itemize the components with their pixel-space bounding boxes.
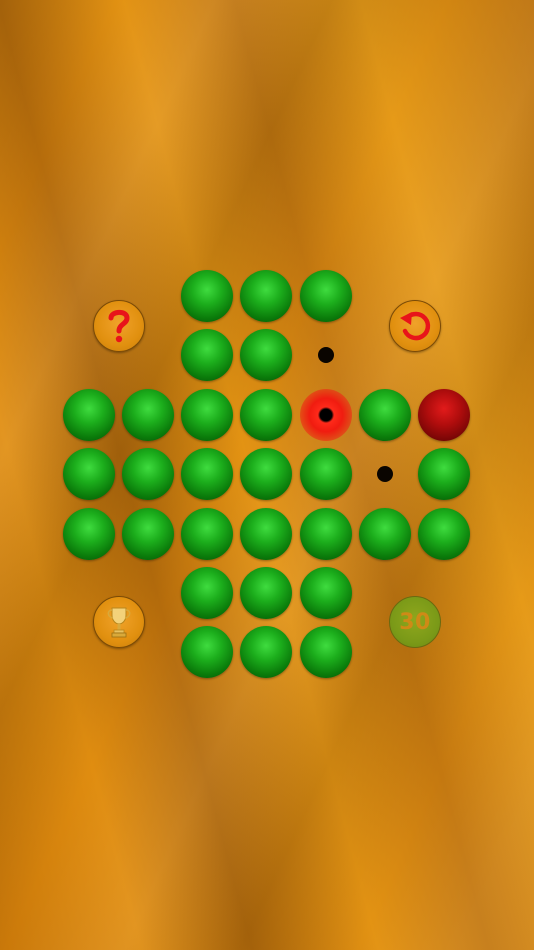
peg[interactable] — [300, 448, 352, 500]
peg-ball[interactable] — [122, 448, 174, 500]
peg[interactable] — [181, 329, 233, 381]
restart-arrow-icon — [396, 307, 434, 345]
peg-ball[interactable] — [181, 448, 233, 500]
trophy-button[interactable] — [93, 596, 145, 648]
peg-ball[interactable] — [240, 389, 292, 441]
peg-ball[interactable] — [181, 567, 233, 619]
trophy-icon — [106, 605, 132, 639]
peg[interactable] — [418, 508, 470, 560]
peg[interactable] — [240, 508, 292, 560]
peg-red[interactable] — [418, 389, 470, 441]
peg-ball[interactable] — [240, 567, 292, 619]
peg-ball[interactable] — [240, 626, 292, 678]
peg-ball[interactable] — [240, 329, 292, 381]
peg[interactable] — [122, 508, 174, 560]
peg[interactable] — [181, 626, 233, 678]
game-board — [0, 0, 534, 950]
peg[interactable] — [122, 448, 174, 500]
peg-ball[interactable] — [240, 508, 292, 560]
hole[interactable] — [318, 347, 334, 363]
peg[interactable] — [63, 448, 115, 500]
peg[interactable] — [122, 389, 174, 441]
peg[interactable] — [300, 508, 352, 560]
peg[interactable] — [359, 508, 411, 560]
peg-ball[interactable] — [240, 270, 292, 322]
help-button[interactable] — [93, 300, 145, 352]
peg-ball[interactable] — [181, 626, 233, 678]
peg-ball[interactable] — [63, 508, 115, 560]
peg-ball[interactable] — [122, 389, 174, 441]
peg[interactable] — [240, 626, 292, 678]
peg-ball[interactable] — [418, 508, 470, 560]
peg[interactable] — [240, 329, 292, 381]
peg[interactable] — [418, 448, 470, 500]
peg-ball[interactable] — [300, 567, 352, 619]
peg[interactable] — [240, 389, 292, 441]
empty-hole[interactable] — [300, 329, 352, 381]
peg-ball[interactable] — [181, 508, 233, 560]
peg[interactable] — [300, 567, 352, 619]
empty-hole[interactable] — [359, 448, 411, 500]
peg-ball[interactable] — [181, 329, 233, 381]
peg[interactable] — [240, 270, 292, 322]
peg[interactable] — [63, 508, 115, 560]
peg[interactable] — [181, 270, 233, 322]
peg-ball[interactable] — [300, 270, 352, 322]
peg[interactable] — [181, 448, 233, 500]
peg-ball[interactable] — [181, 270, 233, 322]
restart-button[interactable] — [389, 300, 441, 352]
peg-ball[interactable] — [181, 389, 233, 441]
peg-ball[interactable] — [300, 508, 352, 560]
peg-ball[interactable] — [63, 389, 115, 441]
pegs-remaining-value: 30 — [399, 609, 431, 635]
peg-ball[interactable] — [122, 508, 174, 560]
peg[interactable] — [359, 389, 411, 441]
peg-ball[interactable] — [300, 626, 352, 678]
question-mark-icon — [104, 307, 134, 345]
target-hole-highlighted[interactable] — [300, 389, 352, 441]
peg[interactable] — [240, 567, 292, 619]
peg-ball[interactable] — [359, 508, 411, 560]
hole[interactable] — [377, 466, 393, 482]
peg-ball[interactable] — [418, 389, 470, 441]
peg[interactable] — [240, 448, 292, 500]
hole[interactable] — [300, 389, 352, 441]
peg-ball[interactable] — [240, 448, 292, 500]
peg-ball[interactable] — [63, 448, 115, 500]
peg[interactable] — [300, 626, 352, 678]
peg-ball[interactable] — [359, 389, 411, 441]
peg[interactable] — [181, 508, 233, 560]
pegs-remaining-counter: 30 — [389, 596, 441, 648]
peg[interactable] — [300, 270, 352, 322]
peg[interactable] — [181, 389, 233, 441]
peg-ball[interactable] — [418, 448, 470, 500]
peg[interactable] — [63, 389, 115, 441]
peg[interactable] — [181, 567, 233, 619]
peg-ball[interactable] — [300, 448, 352, 500]
